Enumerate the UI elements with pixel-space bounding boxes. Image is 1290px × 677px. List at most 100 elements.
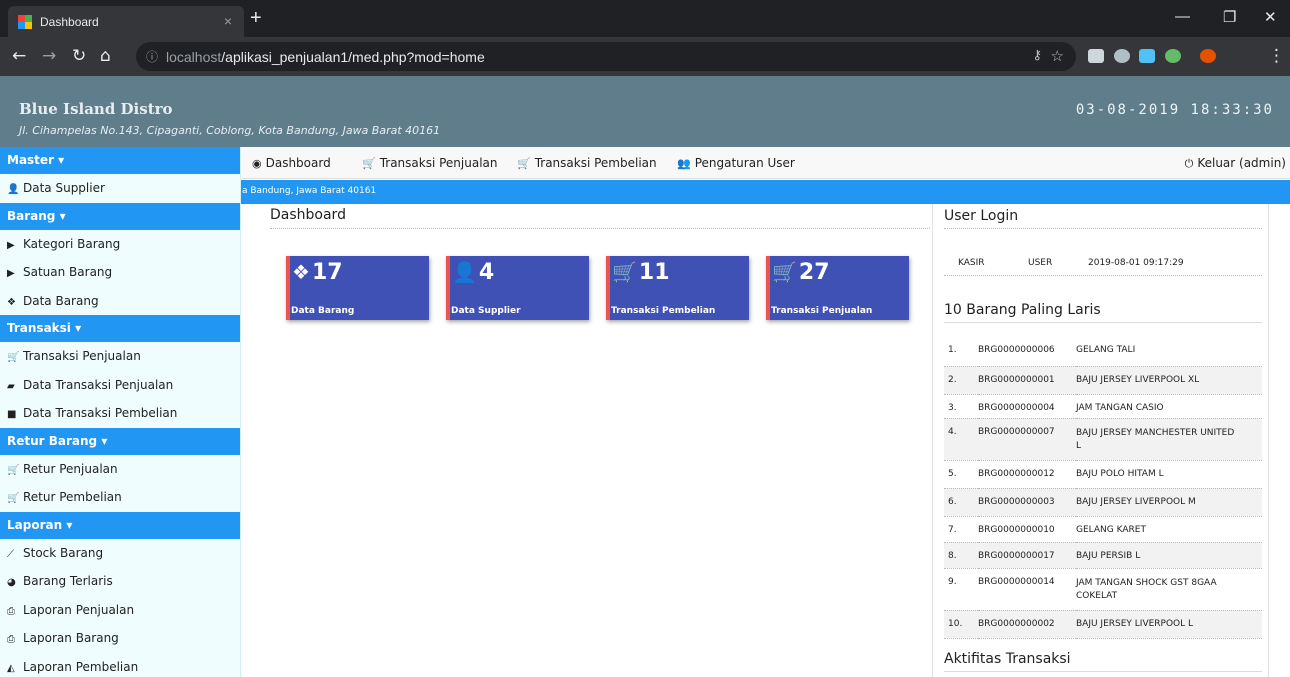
sidebar-item-label: Laporan Penjualan <box>23 602 135 617</box>
cart-icon: 🛒 <box>517 157 531 170</box>
sidebar-item-data-supplier[interactable]: 👤 Data Supplier <box>0 174 240 203</box>
info-icon[interactable]: ⓘ <box>146 48 158 65</box>
sidebar-item-label: Stock Barang <box>23 545 104 560</box>
sidebar-item-stock-barang[interactable]: ⟋ Stock Barang <box>0 539 240 568</box>
product-name: JAM TANGAN CASIO <box>1076 402 1164 413</box>
stat-value: 4 <box>478 260 495 285</box>
marquee-edge <box>1280 180 1290 204</box>
stat-card-transaksi-pembelian[interactable]: 🛒11 Transaksi Pembelian <box>606 256 749 320</box>
nav-label: Pengaturan User <box>694 156 795 170</box>
tab-close-icon[interactable]: × <box>224 13 232 29</box>
forward-arrow-icon[interactable]: → <box>42 46 56 66</box>
cart-icon: 🛒 <box>362 157 376 170</box>
sidebar-item-data-transaksi-pembelian[interactable]: ■ Data Transaksi Pembelian <box>0 399 240 428</box>
browser-tab[interactable]: Dashboard × <box>8 6 244 37</box>
product-code: BRG0000000010 <box>978 524 1055 535</box>
sidebar-item-laporan-penjualan[interactable]: ⎙ Laporan Penjualan <box>0 596 240 625</box>
sidebar-item-label: Data Transaksi Penjualan <box>23 377 174 392</box>
user-login-title: User Login <box>944 208 1019 224</box>
rank-no: 8. <box>948 550 957 561</box>
stat-card-data-barang[interactable]: ❖17 Data Barang <box>286 256 429 320</box>
nav-transaksi-penjualan[interactable]: 🛒 Transaksi Penjualan <box>362 156 498 170</box>
sidebar-item-retur-pembelian[interactable]: 🛒 Retur Pembelian <box>0 483 240 512</box>
stat-value: 11 <box>638 260 670 285</box>
product-code: BRG0000000001 <box>978 374 1055 385</box>
sidebar-item-kategori-barang[interactable]: ▶ Kategori Barang <box>0 230 240 259</box>
table-row: 4. BRG0000000007 BAJU JERSEY MANCHESTER UN… <box>944 418 1262 461</box>
truck-icon: ■ <box>7 409 17 420</box>
product-name: BAJU JERSEY LIVERPOOL M <box>1076 496 1196 507</box>
nav-label: Dashboard <box>265 156 331 170</box>
nav-transaksi-pembelian[interactable]: 🛒 Transaksi Pembelian <box>517 156 657 170</box>
sidebar-section-laporan[interactable]: Laporan ▾ <box>0 511 240 539</box>
url-path: /aplikasi_penjualan1/med.php?mod=home <box>221 49 485 65</box>
user-icon: 👤 <box>7 184 20 195</box>
login-row: KASIR USER 2019-08-01 09:17:29 <box>944 252 1262 276</box>
nav-dashboard[interactable]: ◉ Dashboard <box>252 156 331 170</box>
profile-avatar-icon[interactable] <box>1200 49 1216 63</box>
app-favicon-icon <box>18 15 32 29</box>
stat-card-data-supplier[interactable]: 👤4 Data Supplier <box>446 256 589 320</box>
rank-no: 10. <box>948 618 963 629</box>
reload-icon[interactable]: ↻ <box>72 46 86 66</box>
close-window-button[interactable]: ✕ <box>1264 8 1277 26</box>
section-divider <box>944 671 1262 672</box>
logout-button[interactable]: ⏻ Keluar (admin) <box>1185 156 1286 171</box>
sidebar-section-transaksi[interactable]: Transaksi ▾ <box>0 315 240 342</box>
browser-menu-icon[interactable]: ⋮ <box>1268 46 1285 66</box>
bookmark-star-icon[interactable]: ☆ <box>1051 47 1064 65</box>
tab-title: Dashboard <box>40 15 99 29</box>
sidebar-item-data-barang[interactable]: ❖ Data Barang <box>0 287 240 316</box>
rank-no: 1. <box>948 345 957 355</box>
url-text[interactable]: localhost/aplikasi_penjualan1/med.php?mo… <box>166 49 485 65</box>
store-address: Jl. Cihampelas No.143, Cipaganti, Coblon… <box>19 124 441 137</box>
product-code: BRG0000000012 <box>978 468 1055 479</box>
sidebar-section-master[interactable]: Master ▾ <box>0 147 240 174</box>
camera-extension-icon[interactable] <box>1114 49 1130 63</box>
cart-icon: 🛒 <box>772 260 797 284</box>
login-time: 2019-08-01 09:17:29 <box>1088 258 1184 268</box>
sidebar-item-label: Satuan Barang <box>23 265 113 279</box>
power-icon: ⏻ <box>1184 157 1194 170</box>
address-bar[interactable]: ⓘ localhost/aplikasi_penjualan1/med.php?… <box>136 42 1076 71</box>
key-icon[interactable]: ⚷ <box>1032 48 1042 63</box>
product-name: BAJU POLO HITAM L <box>1076 468 1164 479</box>
cubes-icon: ❖ <box>7 296 16 308</box>
extension-icon[interactable] <box>1165 49 1181 63</box>
sidebar-section-barang[interactable]: Barang ▾ <box>0 202 240 230</box>
stat-card-transaksi-penjualan[interactable]: 🛒27 Transaksi Penjualan <box>766 256 909 320</box>
cart-return-icon: 🛒 <box>7 464 20 476</box>
sidebar-item-label: Retur Pembelian <box>23 490 122 504</box>
rank-no: 3. <box>948 402 957 413</box>
sidebar-section-retur-barang[interactable]: Retur Barang ▾ <box>0 427 240 455</box>
section-divider <box>944 228 1262 229</box>
browser-toolbar: ← → ↻ ⌂ ⓘ localhost/aplikasi_penjualan1/… <box>0 37 1290 76</box>
cart-icon: 🛒 <box>612 260 637 284</box>
product-code: BRG0000000007 <box>978 426 1055 437</box>
stat-value: 17 <box>311 260 343 285</box>
new-tab-button[interactable]: + <box>250 8 262 28</box>
restore-button[interactable]: ❐ <box>1223 8 1236 26</box>
sidebar-item-transaksi-penjualan[interactable]: 🛒 Transaksi Penjualan <box>0 342 240 371</box>
sidebar-item-label: Transaksi Penjualan <box>23 349 141 363</box>
minimize-button[interactable]: — <box>1175 8 1190 25</box>
sidebar-item-label: Kategori Barang <box>23 236 121 251</box>
nav-pengaturan-user[interactable]: 👥 Pengaturan User <box>677 156 795 170</box>
sidebar-item-barang-terlaris[interactable]: ◕ Barang Terlaris <box>0 567 240 596</box>
sidebar-item-laporan-pembelian[interactable]: ◭ Laporan Pembelian <box>0 653 240 677</box>
sidebar-item-data-transaksi-penjualan[interactable]: ▰ Data Transaksi Penjualan <box>0 371 240 400</box>
qr-extension-icon[interactable] <box>1088 49 1104 63</box>
new-extension-icon[interactable] <box>1139 49 1155 63</box>
section-divider <box>944 322 1262 323</box>
sidebar-item-laporan-barang[interactable]: ⎙ Laporan Barang <box>0 624 240 653</box>
product-code: BRG0000000006 <box>978 345 1055 355</box>
home-icon[interactable]: ⌂ <box>100 46 111 66</box>
sidebar: Master ▾ 👤 Data Supplier Barang ▾ ▶ Katego… <box>0 147 241 677</box>
product-code: BRG0000000017 <box>978 550 1055 561</box>
sidebar-item-satuan-barang[interactable]: ▶ Satuan Barang <box>0 258 240 287</box>
stat-label: Data Supplier <box>451 306 521 316</box>
back-arrow-icon[interactable]: ← <box>12 46 26 66</box>
pie-chart-icon: ◕ <box>7 577 16 588</box>
sidebar-item-retur-penjualan[interactable]: 🛒 Retur Penjualan <box>0 455 240 484</box>
user-icon: 👤 <box>452 260 477 284</box>
